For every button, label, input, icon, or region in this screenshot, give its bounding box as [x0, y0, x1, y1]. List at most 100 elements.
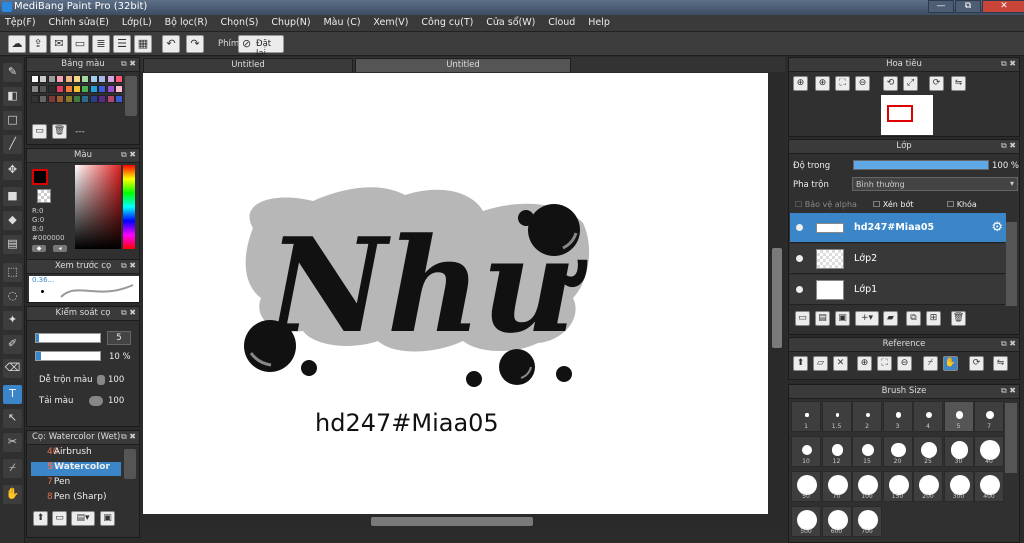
color-swatch[interactable]: [106, 95, 115, 103]
maximize-button[interactable]: ⧉: [955, 0, 981, 13]
operation-tool-icon[interactable]: ↖: [3, 409, 22, 428]
hue-bar[interactable]: [123, 165, 135, 249]
panel-controls-icon[interactable]: ⧉ ✖: [121, 308, 136, 318]
brush-size-cell[interactable]: 4: [913, 401, 943, 432]
close-button[interactable]: ✕: [982, 0, 1024, 13]
color-swatch[interactable]: [81, 75, 90, 83]
brush-size-cell[interactable]: 1.5: [821, 401, 852, 432]
layer-blend-select[interactable]: Bình thường ▾: [852, 177, 1018, 191]
brush-item-selected[interactable]: 5 Watercolor: [31, 462, 121, 476]
brush-size-cell[interactable]: 20: [882, 436, 913, 467]
menu-snap[interactable]: Chụp(N): [266, 15, 315, 28]
canvas-hscroll[interactable]: [143, 515, 768, 527]
grid-icon[interactable]: ▦: [134, 35, 152, 53]
color-swatch[interactable]: [98, 75, 107, 83]
color-swatch[interactable]: [47, 85, 56, 93]
delete-swatch-icon[interactable]: 🗑: [52, 124, 67, 139]
brush-size-cell[interactable]: 50: [791, 471, 821, 502]
swap-color-icon[interactable]: ◂: [53, 245, 67, 252]
brush-size-cell[interactable]: 25: [913, 436, 943, 467]
color-swatch[interactable]: [56, 95, 65, 103]
menu-view[interactable]: Xem(V): [368, 15, 413, 28]
color-swatch[interactable]: [115, 95, 123, 103]
tab-untitled-2[interactable]: Untitled: [355, 58, 571, 72]
add-brush-icon[interactable]: ⬆: [33, 511, 48, 526]
add-layer-menu-icon[interactable]: +▾: [855, 311, 879, 326]
divide-tool-icon[interactable]: ✂: [3, 433, 22, 452]
brush-size-cell[interactable]: 10: [791, 436, 821, 467]
select-eraser-icon[interactable]: ⌫: [3, 359, 22, 378]
color-swatch[interactable]: [89, 85, 98, 93]
panel-controls-icon[interactable]: ⧉ ✖: [121, 150, 136, 160]
panel-controls-icon[interactable]: ⧉ ✖: [121, 432, 136, 442]
brush-item[interactable]: 7 Pen: [31, 477, 121, 491]
add-swatch-icon[interactable]: ▭: [32, 124, 47, 139]
brush-size-cell[interactable]: 200: [913, 471, 943, 502]
hand-icon[interactable]: ✋: [943, 356, 958, 371]
upload-icon[interactable]: ⇪: [29, 35, 47, 53]
duplicate-layer-icon[interactable]: ⧉: [906, 311, 921, 326]
eye-icon[interactable]: [796, 286, 803, 293]
brush-size-cell[interactable]: 70: [821, 471, 852, 502]
color-swatch[interactable]: [81, 95, 90, 103]
new-brush-icon[interactable]: ▭: [52, 511, 67, 526]
palette-scrollbar[interactable]: [125, 76, 137, 116]
brush-size-cell[interactable]: 30: [943, 436, 974, 467]
brush-size-cell[interactable]: 300: [943, 471, 974, 502]
rotate-left-icon[interactable]: ⟲: [883, 76, 898, 91]
brush-size-cell[interactable]: 100: [852, 471, 882, 502]
rectangle-tool-icon[interactable]: □: [3, 111, 22, 130]
gear-icon[interactable]: ⚙: [991, 220, 1003, 235]
layer-opacity-slider[interactable]: [853, 160, 989, 170]
menu-window[interactable]: Cửa sổ(W): [481, 15, 540, 28]
list-icon[interactable]: ☰: [113, 35, 131, 53]
color-swatch[interactable]: [47, 75, 56, 83]
brush-size-cell[interactable]: 40: [974, 436, 1004, 467]
size-slider[interactable]: [35, 333, 101, 343]
color-swatch[interactable]: [98, 95, 107, 103]
eyedropper-icon[interactable]: ⌿: [923, 356, 938, 371]
opacity-slider[interactable]: [35, 351, 101, 361]
brush-size-cell[interactable]: 600: [821, 506, 852, 537]
brush-size-cell[interactable]: 5: [943, 401, 974, 432]
clip-checkbox[interactable]: ☐ Xén bớt: [873, 200, 913, 209]
color-swatch[interactable]: [39, 95, 48, 103]
eraser-tool-icon[interactable]: ◧: [3, 87, 22, 106]
new-8bit-layer-icon[interactable]: ▣: [835, 311, 850, 326]
rotate-icon[interactable]: ⟳: [969, 356, 984, 371]
brush-size-cell[interactable]: 3: [882, 401, 913, 432]
foreground-color[interactable]: [32, 169, 48, 185]
color-swatch[interactable]: [106, 85, 115, 93]
color-swatch[interactable]: [64, 75, 73, 83]
panel-controls-icon[interactable]: ⧉ ✖: [1001, 141, 1016, 151]
color-swatch[interactable]: [64, 85, 73, 93]
move-tool-icon[interactable]: ✥: [3, 161, 22, 180]
color-saturation-square[interactable]: [75, 165, 121, 249]
eyedropper-icon[interactable]: ⌿: [3, 459, 22, 478]
brush-settings-icon[interactable]: ▣: [100, 511, 115, 526]
undo-icon[interactable]: ↶: [162, 35, 180, 53]
color-swatch[interactable]: [81, 85, 90, 93]
redo-icon[interactable]: ↷: [186, 35, 204, 53]
layer-row-lop2[interactable]: Lớp2: [790, 244, 1006, 274]
canvas-vscroll-thumb[interactable]: [772, 248, 782, 348]
folder-icon[interactable]: ▰: [883, 311, 898, 326]
menu-layer[interactable]: Lớp(L): [117, 15, 157, 28]
color-swatch[interactable]: [39, 85, 48, 93]
comment-icon[interactable]: ✉: [50, 35, 68, 53]
line-tool-icon[interactable]: ╱: [3, 135, 22, 154]
brush-size-cell[interactable]: 700: [852, 506, 882, 537]
color-swatch[interactable]: [56, 75, 65, 83]
color-swatch[interactable]: [89, 75, 98, 83]
menu-help[interactable]: Help: [583, 15, 615, 28]
canvas-hscroll-thumb[interactable]: [371, 517, 533, 526]
rotate-right-icon[interactable]: ⟳: [929, 76, 944, 91]
brush-list-scrollbar[interactable]: [124, 449, 136, 479]
new-halftone-layer-icon[interactable]: ▤: [815, 311, 830, 326]
color-swatch[interactable]: [89, 95, 98, 103]
brush-size-cell[interactable]: 2: [852, 401, 882, 432]
zoom-in-icon[interactable]: ⊕: [857, 356, 872, 371]
brush-item[interactable]: 8 Pen (Sharp): [31, 492, 121, 506]
panel-controls-icon[interactable]: ⧉ ✖: [1001, 59, 1016, 69]
color-swatch[interactable]: [31, 95, 39, 103]
